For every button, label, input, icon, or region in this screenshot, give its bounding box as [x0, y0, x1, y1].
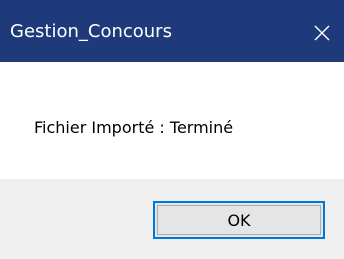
dialog-content: Fichier Importé : Terminé	[0, 62, 344, 179]
message-dialog: Gestion_Concours Fichier Importé : Termi…	[0, 0, 344, 259]
dialog-footer: OK	[0, 179, 344, 259]
window-title: Gestion_Concours	[10, 21, 172, 42]
ok-button-label: OK	[227, 210, 251, 230]
title-bar[interactable]: Gestion_Concours	[0, 0, 344, 62]
ok-button[interactable]: OK	[153, 201, 325, 239]
close-button[interactable]	[298, 0, 344, 62]
close-icon	[314, 25, 330, 41]
dialog-message: Fichier Importé : Terminé	[34, 118, 234, 137]
